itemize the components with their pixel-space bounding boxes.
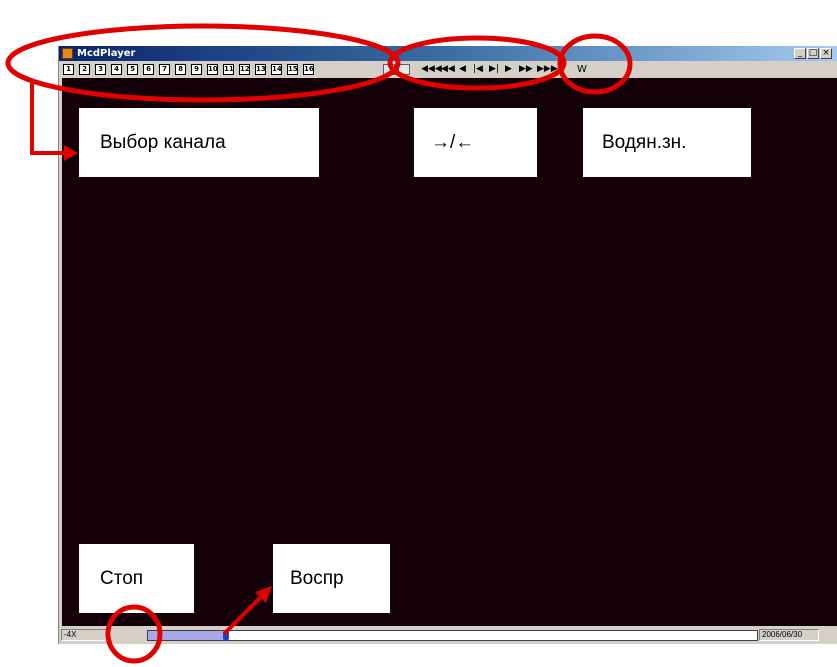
callout-stop: Стоп (79, 544, 194, 613)
callout-channel-select: Выбор канала (79, 108, 319, 177)
step-back-icon[interactable]: ◀ (459, 63, 466, 76)
status-bar: -4X 2006/06/30 (59, 627, 837, 644)
channel-button[interactable]: 14 (271, 64, 282, 75)
callout-direction: →/← (414, 108, 537, 177)
channel-button[interactable]: 15 (287, 64, 298, 75)
channel-button[interactable]: 3 (95, 64, 106, 75)
date-indicator: 2006/06/30 (759, 629, 819, 641)
channel-button[interactable]: 5 (127, 64, 138, 75)
play-icon[interactable]: ▶ (505, 63, 512, 76)
channel-button[interactable]: 4 (111, 64, 122, 75)
callout-watermark: Водян.зн. (583, 108, 751, 177)
layout-grid-icon[interactable] (398, 64, 410, 75)
channel-button[interactable]: 16 (303, 64, 314, 75)
channel-button[interactable]: 7 (159, 64, 170, 75)
layout-single-icon[interactable] (383, 64, 395, 75)
channel-button[interactable]: 12 (239, 64, 250, 75)
channel-button[interactable]: 1 (63, 64, 74, 75)
title-bar: McdPlayer _ □ × (59, 46, 837, 61)
channel-button[interactable]: 8 (175, 64, 186, 75)
timeline-handle[interactable] (223, 630, 229, 641)
fast-rewind-icon[interactable]: ◀◀◀ (421, 63, 442, 76)
rewind-icon[interactable]: ◀◀ (441, 63, 455, 76)
next-frame-icon[interactable]: ▶| (489, 63, 499, 76)
fast-forward-icon[interactable]: ▶▶ (519, 63, 533, 76)
maximize-button[interactable]: □ (807, 48, 819, 59)
speed-indicator: -4X (61, 629, 111, 641)
watermark-button[interactable]: W (577, 63, 587, 76)
channel-button[interactable]: 10 (207, 64, 218, 75)
channel-button[interactable]: 9 (191, 64, 202, 75)
toolbar: 1 2 3 4 5 6 7 8 9 10 11 12 13 14 15 16 ◀◀◀ ◀◀ ◀ |◀ ▶| ▶ ▶▶ ▶▶▶… (59, 62, 837, 78)
app-icon (62, 48, 73, 59)
previous-frame-icon[interactable]: |◀ (473, 63, 483, 76)
minimize-button[interactable]: _ (794, 48, 806, 59)
channel-button[interactable]: 13 (255, 64, 266, 75)
playback-timeline[interactable] (147, 630, 758, 641)
timeline-progress-fill (148, 631, 227, 640)
channel-button[interactable]: 2 (79, 64, 90, 75)
close-button[interactable]: × (820, 48, 832, 59)
fastest-forward-icon[interactable]: ▶▶▶ (537, 63, 558, 76)
channel-button[interactable]: 11 (223, 64, 234, 75)
callout-play: Воспр (273, 544, 390, 613)
channel-button[interactable]: 6 (143, 64, 154, 75)
window-title: McdPlayer (77, 48, 136, 59)
